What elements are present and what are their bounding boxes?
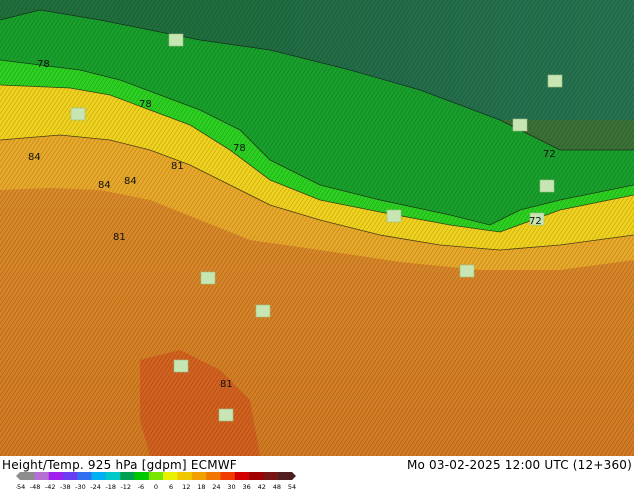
colorbar-segment — [48, 472, 64, 480]
contour-label: 78 — [139, 99, 152, 110]
colorbar-tick-label: 30 — [227, 483, 235, 490]
contour-label: 72 — [543, 149, 556, 160]
city-marker — [70, 107, 86, 121]
colorbar-segment — [105, 472, 121, 480]
map-title: Height/Temp. 925 hPa [gdpm] ECMWF — [2, 458, 237, 472]
colorbar-tick-label: 18 — [197, 483, 205, 490]
colorbar-tick-label: -30 — [75, 483, 86, 490]
city-marker — [255, 304, 271, 318]
colorbar-tick-label: 42 — [258, 483, 266, 490]
colorbar-segment — [220, 472, 235, 480]
contour-label: 81 — [113, 232, 126, 243]
colorbar-segment — [62, 472, 78, 480]
colorbar-tick-label: 0 — [154, 483, 158, 490]
colorbar-segment — [234, 472, 250, 480]
colorbar-segment — [277, 472, 293, 480]
map-timestamp: Mo 03-02-2025 12:00 UTC (12+360) — [406, 458, 632, 472]
city-marker — [512, 118, 528, 132]
contour-label: 78 — [37, 59, 50, 70]
colorbar-tick-label: -38 — [60, 483, 71, 490]
city-marker — [218, 408, 234, 422]
colorbar-tick-label: 12 — [182, 483, 190, 490]
color-scale: -54 -48 -42 -38 -30 -24 -18 -12 -6 0 6 12 18 24 30 36 42… — [16, 472, 296, 490]
colorbar-tick-label: -54 — [16, 483, 25, 490]
colorbar-segment — [134, 472, 150, 480]
contour-label: 84 — [124, 176, 137, 187]
colorbar-segment — [206, 472, 221, 480]
city-marker — [173, 359, 189, 373]
city-marker — [386, 209, 402, 223]
contour-label: 72 — [529, 216, 542, 227]
weather-map: 78 78 78 84 81 84 84 81 81 72 72 — [0, 0, 634, 456]
city-marker — [539, 179, 555, 193]
city-marker — [200, 271, 216, 285]
colorbar-tick-label: -12 — [120, 483, 131, 490]
contour-label: 84 — [28, 152, 41, 163]
city-marker — [459, 264, 475, 278]
colorbar-segment — [249, 472, 264, 480]
colorbar-tick-label: 48 — [273, 483, 281, 490]
colorbar-segment — [77, 472, 92, 480]
contour-label: 84 — [98, 180, 111, 191]
colorbar-tick-label: -48 — [30, 483, 41, 490]
contour-label: 81 — [171, 161, 184, 172]
colorbar-segment — [34, 472, 49, 480]
colorbar-tick-label: -6 — [138, 483, 144, 490]
contour-label: 78 — [233, 143, 246, 154]
colorbar-segment — [263, 472, 278, 480]
city-marker — [547, 74, 563, 88]
colorbar-segment — [120, 472, 135, 480]
contour-label: 81 — [220, 379, 233, 390]
colorbar-arrow-left — [16, 472, 20, 480]
colorbar-tick-label: 54 — [288, 483, 296, 490]
colorbar-tick-label: -18 — [105, 483, 116, 490]
colorbar-tick-label: 24 — [212, 483, 220, 490]
city-marker — [168, 33, 184, 47]
colorbar-tick-label: 36 — [243, 483, 251, 490]
colorbar-segment — [148, 472, 164, 480]
contour-hatching — [0, 0, 634, 456]
colorbar-tick-label: -42 — [45, 483, 56, 490]
colorbar-segment — [177, 472, 192, 480]
colorbar-tick-label: -24 — [90, 483, 101, 490]
colorbar-segment — [191, 472, 207, 480]
colorbar-arrow-right — [292, 472, 296, 480]
colorbar-segment — [163, 472, 178, 480]
colorbar-tick-label: 6 — [169, 483, 173, 490]
colorbar-segment — [91, 472, 107, 480]
colorbar-segment — [20, 472, 35, 480]
